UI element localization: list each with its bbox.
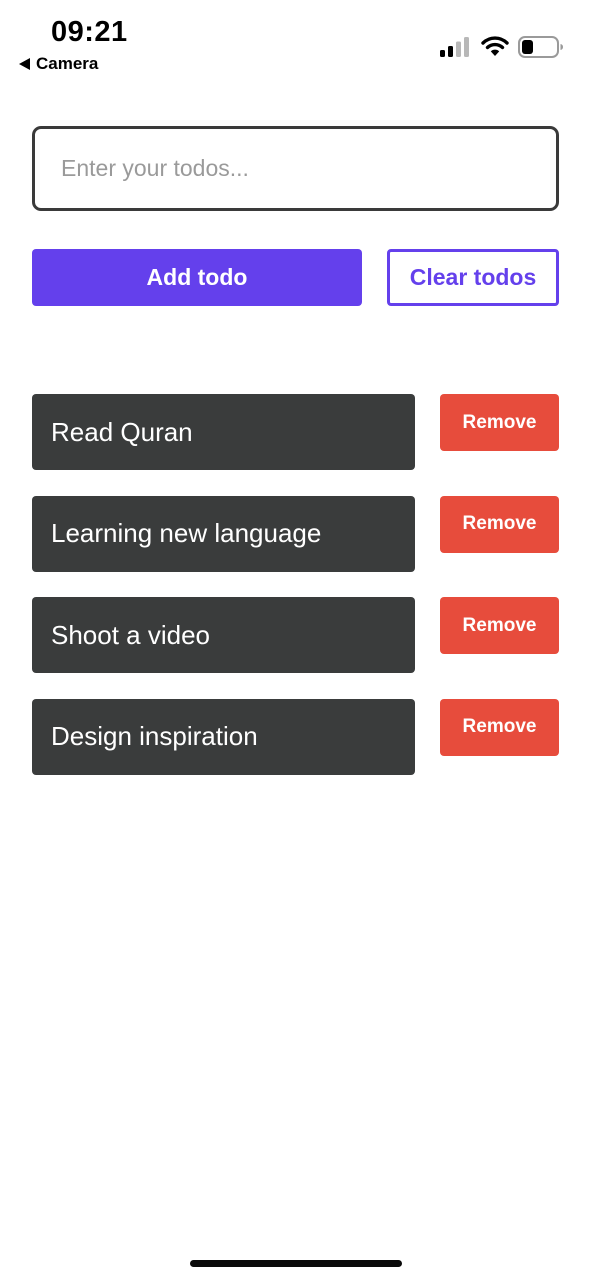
back-link-label: Camera (36, 54, 99, 73)
todo-list: Read Quran Remove Learning new language … (32, 394, 559, 800)
todo-row: Shoot a video Remove (32, 597, 559, 673)
clear-todos-button[interactable]: Clear todos (387, 249, 559, 306)
remove-button[interactable]: Remove (440, 597, 559, 654)
back-arrow-icon (19, 58, 30, 70)
todo-item-text: Read Quran (32, 394, 415, 470)
remove-button[interactable]: Remove (440, 394, 559, 451)
status-time: 09:21 (51, 16, 128, 48)
back-to-camera-link[interactable]: Camera (19, 53, 98, 75)
battery-icon (518, 36, 563, 58)
remove-button[interactable]: Remove (440, 698, 559, 756)
add-todo-button[interactable]: Add todo (32, 249, 362, 306)
signal-icon (440, 37, 469, 57)
home-indicator[interactable] (190, 1260, 402, 1267)
todo-row: Read Quran Remove (32, 394, 559, 470)
todo-item-text: Learning new language (32, 495, 415, 572)
remove-button[interactable]: Remove (440, 495, 559, 553)
todo-row: Learning new language Remove (32, 495, 559, 572)
todo-item-text: Shoot a video (32, 597, 415, 673)
todo-row: Design inspiration Remove (32, 698, 559, 775)
todo-input[interactable] (32, 126, 559, 211)
wifi-icon (481, 36, 509, 56)
todo-item-text: Design inspiration (32, 698, 415, 775)
